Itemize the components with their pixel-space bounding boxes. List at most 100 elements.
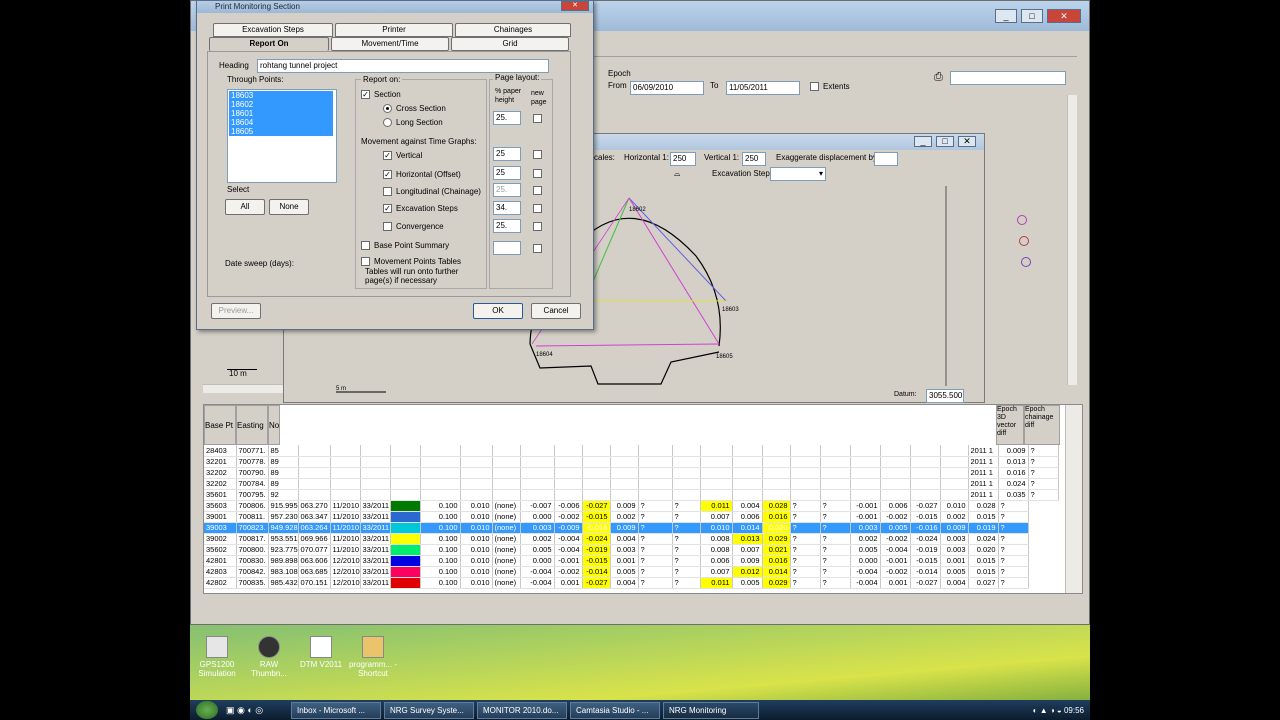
taskbar-item[interactable]: Camtasia Studio - ... (570, 701, 660, 719)
tab-printer[interactable]: Printer (335, 23, 453, 37)
horizontal-scale-label: Horizontal 1: (624, 153, 669, 162)
start-button-icon[interactable] (196, 701, 218, 719)
table-row[interactable]: 32201 700778. 89 2011 1 0.013? (204, 456, 1059, 468)
table-row[interactable]: 35602 700800. 923.775 070.077 11/2010 33/2011… (204, 544, 1058, 556)
select-none-button[interactable]: None (269, 199, 309, 215)
through-points-list[interactable]: 18603 18602 18601 18604 18605 (227, 89, 337, 183)
col-header-easting[interactable]: Easting (236, 405, 268, 445)
dialog-close-button[interactable]: ✕ (561, 1, 589, 11)
table-row[interactable]: 32202 700784. 89 2011 1 0.024? (204, 478, 1059, 490)
layout-field-excavation[interactable]: 34. (493, 201, 521, 215)
section-close-button[interactable]: ✕ (958, 136, 976, 147)
desktop-icon-raw[interactable]: RAW Thumbn... (244, 636, 294, 678)
select-all-button[interactable]: All (225, 199, 265, 215)
table-cell: 700795. (236, 489, 269, 501)
cancel-button[interactable]: Cancel (531, 303, 581, 319)
ok-button[interactable]: OK (473, 303, 523, 319)
toolbar-combo[interactable] (950, 71, 1066, 85)
newpage-checkbox-horizontal[interactable] (533, 169, 542, 178)
movement-points-tables-checkbox[interactable]: Movement Points Tables (361, 257, 461, 267)
table-cell: 89 (268, 467, 299, 479)
horizontal-scale-field[interactable]: 250 (670, 152, 696, 166)
excavation-step-combo[interactable]: ▾ (770, 167, 826, 181)
desktop-icon-gps[interactable]: GPS1200 Simulation (192, 636, 242, 678)
layout-field-vertical[interactable]: 25 (493, 147, 521, 161)
table-cell (850, 456, 881, 468)
section-maximize-button[interactable]: □ (936, 136, 954, 147)
tab-report-on[interactable]: Report On (209, 37, 329, 51)
preview-button[interactable]: Preview... (211, 303, 261, 319)
through-point-item[interactable]: 18603 (229, 91, 333, 100)
table-row[interactable]: 42803 700842. 983.108 063.685 12/2010 33/2011… (204, 566, 1058, 578)
layout-field-convergence[interactable]: 25. (493, 219, 521, 233)
newpage-checkbox-longitudinal[interactable] (533, 186, 542, 195)
cross-section-radio[interactable]: Cross Section (383, 104, 446, 114)
taskbar-item[interactable]: NRG Monitoring (663, 701, 759, 719)
excavation-steps-checkbox[interactable]: ✓ Excavation Steps (383, 204, 458, 214)
through-points-label: Through Points: (227, 75, 284, 84)
main-right-scrollbar[interactable] (1067, 95, 1077, 385)
table-cell (880, 467, 911, 479)
epoch-to-field[interactable]: 11/05/2011 (726, 81, 800, 95)
table-row[interactable]: 42802 700835. 985.432 070.151 12/2010 33/2011… (204, 577, 1058, 589)
through-point-item[interactable]: 18601 (229, 109, 333, 118)
close-button[interactable]: ✕ (1047, 9, 1081, 23)
col-header-no[interactable]: No (268, 405, 280, 445)
extents-checkbox[interactable]: Extents (810, 82, 850, 92)
table-row[interactable]: 35603 700806. 915.995 063.270 11/2010 33/2011… (204, 500, 1058, 512)
printer-icon[interactable]: ⎙ (934, 71, 943, 84)
table-row[interactable]: 42801 700830. 989.898 063.606 12/2010 33/2011… (204, 555, 1058, 567)
col-header-chainage-diff[interactable]: Epoch chainage diff (1024, 405, 1060, 445)
table-cell: 700823. (236, 522, 269, 534)
newpage-checkbox-base-point[interactable] (533, 244, 542, 253)
layout-field-longitudinal[interactable]: 25. (493, 183, 521, 197)
through-point-item[interactable]: 18605 (229, 127, 333, 136)
newpage-checkbox-excavation[interactable] (533, 204, 542, 213)
minimize-button[interactable]: _ (995, 9, 1017, 23)
tab-grid[interactable]: Grid (451, 37, 569, 51)
table-row[interactable]: 39003 700823. 949.928 063.264 11/2010 33/2011… (204, 522, 1058, 534)
table-row[interactable]: 35601 700795. 92 2011 1 0.035? (204, 489, 1059, 501)
longitudinal-checkbox[interactable]: Longitudinal (Chainage) (383, 187, 481, 197)
convergence-checkbox[interactable]: Convergence (383, 222, 444, 232)
col-header-base-pt[interactable]: Base Pt (204, 405, 236, 445)
base-point-summary-checkbox[interactable]: Base Point Summary (361, 241, 449, 251)
desktop-icon-program[interactable]: programm... - Shortcut (348, 636, 398, 678)
horizontal-checkbox[interactable]: ✓ Horizontal (Offset) (383, 170, 461, 180)
taskbar-item[interactable]: NRG Survey Syste... (384, 701, 474, 719)
taskbar-item[interactable]: Inbox - Microsoft ... (291, 701, 381, 719)
newpage-checkbox-section[interactable] (533, 114, 542, 123)
desktop-icon-dtm[interactable]: DTM V2011 (296, 636, 346, 669)
col-header-3d-vector[interactable]: Epoch 3D vector diff (996, 405, 1024, 445)
table-cell: 0.001 (554, 577, 583, 589)
tab-excavation-steps[interactable]: Excavation Steps (213, 23, 333, 37)
datum-field[interactable]: 3055.500 (926, 389, 964, 403)
layout-field-base-point[interactable] (493, 241, 521, 255)
taskbar-item[interactable]: MONITOR 2010.do... (477, 701, 567, 719)
through-point-item[interactable]: 18602 (229, 100, 333, 109)
newpage-checkbox-vertical[interactable] (533, 150, 542, 159)
long-section-radio[interactable]: Long Section (383, 118, 443, 128)
table-row[interactable]: 28403 700771. 85 2011 1 0.009? (204, 445, 1059, 457)
quick-launch-icons[interactable]: ▣ ◉ ◐ ◎ (218, 705, 288, 716)
vertical-scale-field[interactable]: 250 (742, 152, 766, 166)
layout-field-section[interactable]: 25. (493, 111, 521, 125)
epoch-from-field[interactable]: 06/09/2010 (630, 81, 704, 95)
through-point-item[interactable]: 18604 (229, 118, 333, 127)
section-checkbox[interactable]: ✓ Section (361, 90, 401, 100)
table-row[interactable]: 39001 700811. 957.230 063.347 11/2010 33/2011… (204, 511, 1058, 523)
table-cell: 070.077 (298, 544, 331, 556)
tab-movement-time[interactable]: Movement/Time (331, 37, 449, 51)
maximize-button[interactable]: □ (1021, 9, 1043, 23)
vertical-checkbox[interactable]: ✓ Vertical (383, 151, 422, 161)
table-row[interactable]: 39002 700817. 953.551 069.966 11/2010 33/2011… (204, 533, 1058, 545)
heading-input[interactable]: rohtang tunnel project (257, 59, 549, 73)
newpage-checkbox-convergence[interactable] (533, 222, 542, 231)
exaggerate-field[interactable] (874, 152, 898, 166)
table-row[interactable]: 32202 700790. 89 2011 1 0.016? (204, 467, 1059, 479)
layout-field-horizontal[interactable]: 25 (493, 166, 521, 180)
tab-chainages[interactable]: Chainages (455, 23, 571, 37)
section-minimize-button[interactable]: _ (914, 136, 932, 147)
table-vertical-scrollbar[interactable] (1065, 405, 1082, 593)
table-cell: 0.028 (762, 500, 791, 512)
